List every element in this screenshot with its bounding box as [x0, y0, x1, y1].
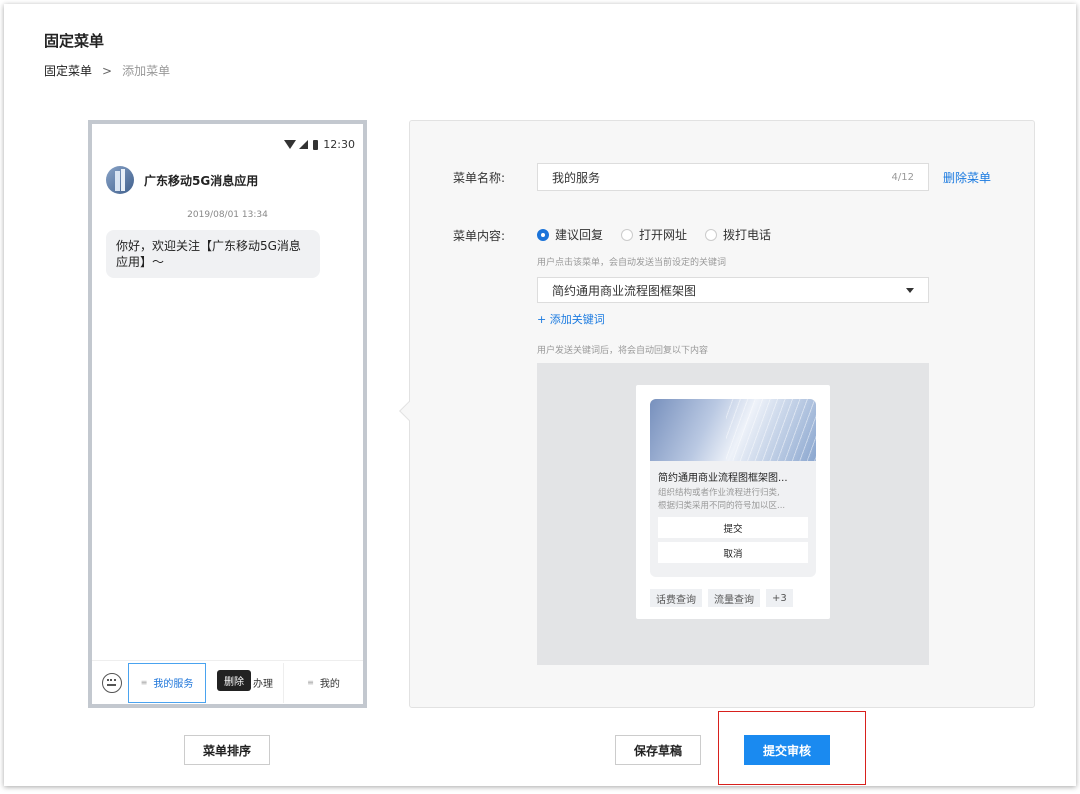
reply-preview-area: 简约通用商业流程图框架图... 组织结构或者作业流程进行归类, 根据归类采用不同…	[537, 363, 929, 665]
rich-card-body: 简约通用商业流程图框架图... 组织结构或者作业流程进行归类, 根据归类采用不同…	[650, 399, 816, 577]
radio-label: 打开网址	[639, 228, 688, 242]
delete-tooltip[interactable]: 删除	[217, 670, 251, 691]
page-title: 固定菜单	[44, 32, 105, 50]
menu-tab-label: 我的	[319, 679, 340, 690]
menu-tab-mine[interactable]: ≡ 我的	[284, 663, 363, 703]
status-bar: 12:30	[284, 138, 355, 151]
radio-label: 拨打电话	[723, 228, 772, 242]
radio-checked-icon	[537, 228, 549, 241]
caret-down-icon	[906, 287, 914, 293]
keyword-select-value: 简约通用商业流程图框架图	[552, 283, 697, 298]
breadcrumb-parent[interactable]: 固定菜单	[44, 62, 92, 79]
app-avatar	[106, 166, 134, 194]
content-type-radio-group: 建议回复 打开网址 拨打电话	[537, 226, 789, 243]
keyboard-icon[interactable]	[102, 672, 122, 693]
menu-lines-icon: ≡	[307, 678, 314, 687]
sort-menu-button[interactable]: 菜单排序	[184, 735, 270, 765]
delete-menu-link[interactable]: 删除菜单	[943, 169, 991, 186]
menu-name-input[interactable]: 我的服务 4/12	[537, 163, 929, 191]
suggestion-chips: 话费查询 流量查询 +3	[650, 589, 793, 607]
phone-menu-bar: ≡ 我的服务 办理 ≡ 我的 删除	[92, 660, 363, 704]
card-title: 简约通用商业流程图框架图...	[658, 473, 788, 484]
menu-tab-my-service[interactable]: ≡ 我的服务	[128, 662, 206, 703]
menu-tab-label: 办理	[253, 679, 273, 690]
radio-open-url[interactable]: 打开网址	[621, 226, 687, 243]
menu-name-value: 我的服务	[552, 170, 601, 185]
card-desc-line: 组织结构或者作业流程进行归类,	[658, 488, 780, 498]
keyword-hint: 用户点击该菜单，会自动发送当前设定的关键词	[537, 258, 727, 268]
add-keyword-link[interactable]: + 添加关键词	[537, 311, 605, 327]
breadcrumb: 固定菜单 > 添加菜单	[44, 62, 170, 79]
status-time: 12:30	[323, 138, 355, 151]
radio-dial-phone[interactable]: 拨打电话	[705, 226, 771, 243]
menu-name-label: 菜单名称:	[453, 171, 506, 185]
card-cancel-button[interactable]: 取消	[658, 542, 808, 563]
phone-preview: 12:30 广东移动5G消息应用 2019/08/01 13:34 你好，欢迎关…	[88, 120, 367, 708]
menu-content-label: 菜单内容:	[453, 229, 506, 243]
chip-data-query[interactable]: 流量查询	[708, 589, 760, 607]
radio-unchecked-icon	[621, 228, 634, 241]
battery-icon	[313, 139, 319, 150]
app-header: 广东移动5G消息应用	[106, 166, 258, 194]
chip-bill-query[interactable]: 话费查询	[650, 589, 702, 607]
signal-icon	[299, 140, 309, 149]
wifi-icon	[284, 140, 297, 149]
card-image	[650, 399, 816, 461]
highlight-annotation	[718, 711, 866, 785]
chip-more[interactable]: +3	[766, 589, 793, 607]
menu-name-count: 4/12	[891, 171, 914, 183]
chat-bubble: 你好，欢迎关注【广东移动5G消息应用】～	[106, 230, 320, 278]
card-submit-button[interactable]: 提交	[658, 517, 808, 538]
radio-suggest-reply[interactable]: 建议回复	[537, 226, 603, 243]
app-name: 广东移动5G消息应用	[144, 173, 259, 188]
radio-unchecked-icon	[705, 228, 718, 241]
breadcrumb-separator: >	[102, 63, 113, 78]
rich-card: 简约通用商业流程图框架图... 组织结构或者作业流程进行归类, 根据归类采用不同…	[636, 385, 830, 619]
card-desc-line: 根据归类采用不同的符号加以区...	[658, 501, 786, 511]
keyword-select[interactable]: 简约通用商业流程图框架图	[537, 277, 929, 303]
reply-hint: 用户发送关键词后，将会自动回复以下内容	[537, 346, 709, 356]
radio-label: 建议回复	[555, 228, 604, 242]
menu-tab-label: 我的服务	[153, 679, 194, 690]
menu-lines-icon: ≡	[140, 678, 148, 687]
save-draft-button[interactable]: 保存草稿	[615, 735, 701, 765]
card-description: 组织结构或者作业流程进行归类, 根据归类采用不同的符号加以区...	[650, 484, 816, 513]
breadcrumb-current: 添加菜单	[122, 64, 171, 78]
chat-time: 2019/08/01 13:34	[187, 210, 268, 220]
